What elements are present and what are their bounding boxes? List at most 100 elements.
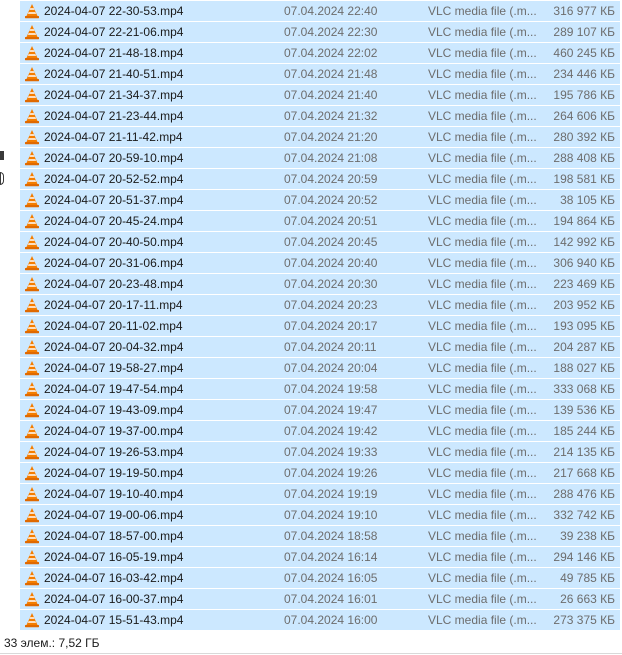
- vlc-cone-icon: [24, 612, 40, 628]
- file-row[interactable]: 2024-04-07 20-51-37.mp4 07.04.2024 20:52…: [20, 190, 620, 210]
- file-row[interactable]: 2024-04-07 19-47-54.mp4 07.04.2024 19:58…: [20, 379, 620, 399]
- file-name[interactable]: 2024-04-07 20-45-24.mp4: [44, 211, 279, 231]
- file-size: 26 663 КБ: [560, 592, 615, 606]
- file-name[interactable]: 2024-04-07 16-03-42.mp4: [44, 568, 279, 588]
- file-row[interactable]: 2024-04-07 16-00-37.mp4 07.04.2024 16:01…: [20, 589, 620, 609]
- vlc-cone-icon: [24, 444, 40, 460]
- file-modified-date: 07.04.2024 16:01: [284, 592, 378, 606]
- file-name[interactable]: 2024-04-07 21-11-42.mp4: [44, 127, 279, 147]
- file-type: VLC media file (.m...: [428, 4, 537, 18]
- vlc-cone-icon: [24, 87, 40, 103]
- file-name[interactable]: 2024-04-07 20-23-48.mp4: [44, 274, 279, 294]
- file-row[interactable]: 2024-04-07 20-31-06.mp4 07.04.2024 20:40…: [20, 253, 620, 273]
- file-modified-date: 07.04.2024 20:40: [284, 256, 378, 270]
- file-name[interactable]: 2024-04-07 22-30-53.mp4: [44, 1, 279, 21]
- file-name[interactable]: 2024-04-07 16-05-19.mp4: [44, 547, 279, 567]
- file-name[interactable]: 2024-04-07 22-21-06.mp4: [44, 22, 279, 42]
- file-type: VLC media file (.m...: [428, 130, 537, 144]
- file-name[interactable]: 2024-04-07 19-26-53.mp4: [44, 442, 279, 462]
- file-name[interactable]: 2024-04-07 20-51-37.mp4: [44, 190, 279, 210]
- file-size: 223 469 КБ: [553, 277, 615, 291]
- file-size: 203 952 КБ: [553, 298, 615, 312]
- file-row[interactable]: 2024-04-07 16-03-42.mp4 07.04.2024 16:05…: [20, 568, 620, 588]
- file-name[interactable]: 2024-04-07 18-57-00.mp4: [44, 526, 279, 546]
- file-name[interactable]: 2024-04-07 19-43-09.mp4: [44, 400, 279, 420]
- file-row[interactable]: 2024-04-07 20-40-50.mp4 07.04.2024 20:45…: [20, 232, 620, 252]
- vlc-cone-icon: [24, 129, 40, 145]
- file-row[interactable]: 2024-04-07 20-59-10.mp4 07.04.2024 21:08…: [20, 148, 620, 168]
- file-name[interactable]: 2024-04-07 19-19-50.mp4: [44, 463, 279, 483]
- vlc-cone-icon: [24, 381, 40, 397]
- file-size: 214 135 КБ: [553, 445, 615, 459]
- file-list[interactable]: 2024-04-07 22-30-53.mp4 07.04.2024 22:40…: [20, 0, 620, 631]
- status-item-count: 33 элем.: 7,52 ГБ: [4, 636, 100, 650]
- file-name[interactable]: 2024-04-07 20-52-52.mp4: [44, 169, 279, 189]
- file-row[interactable]: 2024-04-07 20-52-52.mp4 07.04.2024 20:59…: [20, 169, 620, 189]
- file-name[interactable]: 2024-04-07 20-04-32.mp4: [44, 337, 279, 357]
- file-name[interactable]: 2024-04-07 20-40-50.mp4: [44, 232, 279, 252]
- file-name[interactable]: 2024-04-07 16-00-37.mp4: [44, 589, 279, 609]
- file-row[interactable]: 2024-04-07 20-45-24.mp4 07.04.2024 20:51…: [20, 211, 620, 231]
- vlc-cone-icon: [24, 192, 40, 208]
- file-row[interactable]: 2024-04-07 21-48-18.mp4 07.04.2024 22:02…: [20, 43, 620, 63]
- file-row[interactable]: 2024-04-07 20-17-11.mp4 07.04.2024 20:23…: [20, 295, 620, 315]
- file-type: VLC media file (.m...: [428, 466, 537, 480]
- file-type: VLC media file (.m...: [428, 172, 537, 186]
- file-name[interactable]: 2024-04-07 20-11-02.mp4: [44, 316, 279, 336]
- file-row[interactable]: 2024-04-07 20-23-48.mp4 07.04.2024 20:30…: [20, 274, 620, 294]
- file-row[interactable]: 2024-04-07 19-00-06.mp4 07.04.2024 19:10…: [20, 505, 620, 525]
- file-type: VLC media file (.m...: [428, 88, 537, 102]
- file-name[interactable]: 2024-04-07 19-37-00.mp4: [44, 421, 279, 441]
- file-row[interactable]: 2024-04-07 16-05-19.mp4 07.04.2024 16:14…: [20, 547, 620, 567]
- file-size: 217 668 КБ: [553, 466, 615, 480]
- file-row[interactable]: 2024-04-07 19-10-40.mp4 07.04.2024 19:19…: [20, 484, 620, 504]
- file-name[interactable]: 2024-04-07 20-31-06.mp4: [44, 253, 279, 273]
- file-modified-date: 07.04.2024 19:19: [284, 487, 378, 501]
- file-modified-date: 07.04.2024 21:48: [284, 67, 378, 81]
- file-row[interactable]: 2024-04-07 21-11-42.mp4 07.04.2024 21:20…: [20, 127, 620, 147]
- file-name[interactable]: 2024-04-07 15-51-43.mp4: [44, 610, 279, 630]
- file-modified-date: 07.04.2024 22:30: [284, 25, 378, 39]
- file-row[interactable]: 2024-04-07 19-26-53.mp4 07.04.2024 19:33…: [20, 442, 620, 462]
- file-type: VLC media file (.m...: [428, 487, 537, 501]
- vlc-cone-icon: [24, 423, 40, 439]
- file-name[interactable]: 2024-04-07 21-23-44.mp4: [44, 106, 279, 126]
- file-name[interactable]: 2024-04-07 21-40-51.mp4: [44, 64, 279, 84]
- file-modified-date: 07.04.2024 19:47: [284, 403, 378, 417]
- left-pane-edge-glyph: [0, 151, 4, 160]
- file-size: 38 105 КБ: [560, 193, 615, 207]
- file-row[interactable]: 2024-04-07 22-21-06.mp4 07.04.2024 22:30…: [20, 22, 620, 42]
- file-name[interactable]: 2024-04-07 19-00-06.mp4: [44, 505, 279, 525]
- file-size: 39 238 КБ: [560, 529, 615, 543]
- file-row[interactable]: 2024-04-07 21-23-44.mp4 07.04.2024 21:32…: [20, 106, 620, 126]
- file-size: 234 446 КБ: [553, 67, 615, 81]
- file-name[interactable]: 2024-04-07 19-10-40.mp4: [44, 484, 279, 504]
- file-name[interactable]: 2024-04-07 20-17-11.mp4: [44, 295, 279, 315]
- file-modified-date: 07.04.2024 18:58: [284, 529, 378, 543]
- file-type: VLC media file (.m...: [428, 592, 537, 606]
- file-modified-date: 07.04.2024 20:11: [284, 340, 377, 354]
- file-row[interactable]: 2024-04-07 20-11-02.mp4 07.04.2024 20:17…: [20, 316, 620, 336]
- file-name[interactable]: 2024-04-07 21-34-37.mp4: [44, 85, 279, 105]
- file-name[interactable]: 2024-04-07 19-47-54.mp4: [44, 379, 279, 399]
- file-row[interactable]: 2024-04-07 19-37-00.mp4 07.04.2024 19:42…: [20, 421, 620, 441]
- file-row[interactable]: 2024-04-07 15-51-43.mp4 07.04.2024 16:00…: [20, 610, 620, 630]
- file-row[interactable]: 2024-04-07 19-43-09.mp4 07.04.2024 19:47…: [20, 400, 620, 420]
- file-size: 198 581 КБ: [553, 172, 615, 186]
- file-name[interactable]: 2024-04-07 21-48-18.mp4: [44, 43, 279, 63]
- file-row[interactable]: 2024-04-07 19-58-27.mp4 07.04.2024 20:04…: [20, 358, 620, 378]
- file-name[interactable]: 2024-04-07 20-59-10.mp4: [44, 148, 279, 168]
- vlc-cone-icon: [24, 234, 40, 250]
- vlc-cone-icon: [24, 255, 40, 271]
- file-size: 142 992 КБ: [553, 235, 615, 249]
- vlc-cone-icon: [24, 360, 40, 376]
- file-row[interactable]: 2024-04-07 18-57-00.mp4 07.04.2024 18:58…: [20, 526, 620, 546]
- file-row[interactable]: 2024-04-07 21-40-51.mp4 07.04.2024 21:48…: [20, 64, 620, 84]
- file-row[interactable]: 2024-04-07 22-30-53.mp4 07.04.2024 22:40…: [20, 1, 620, 21]
- file-modified-date: 07.04.2024 16:00: [284, 613, 378, 627]
- file-row[interactable]: 2024-04-07 21-34-37.mp4 07.04.2024 21:40…: [20, 85, 620, 105]
- file-row[interactable]: 2024-04-07 20-04-32.mp4 07.04.2024 20:11…: [20, 337, 620, 357]
- file-name[interactable]: 2024-04-07 19-58-27.mp4: [44, 358, 279, 378]
- file-type: VLC media file (.m...: [428, 235, 537, 249]
- file-row[interactable]: 2024-04-07 19-19-50.mp4 07.04.2024 19:26…: [20, 463, 620, 483]
